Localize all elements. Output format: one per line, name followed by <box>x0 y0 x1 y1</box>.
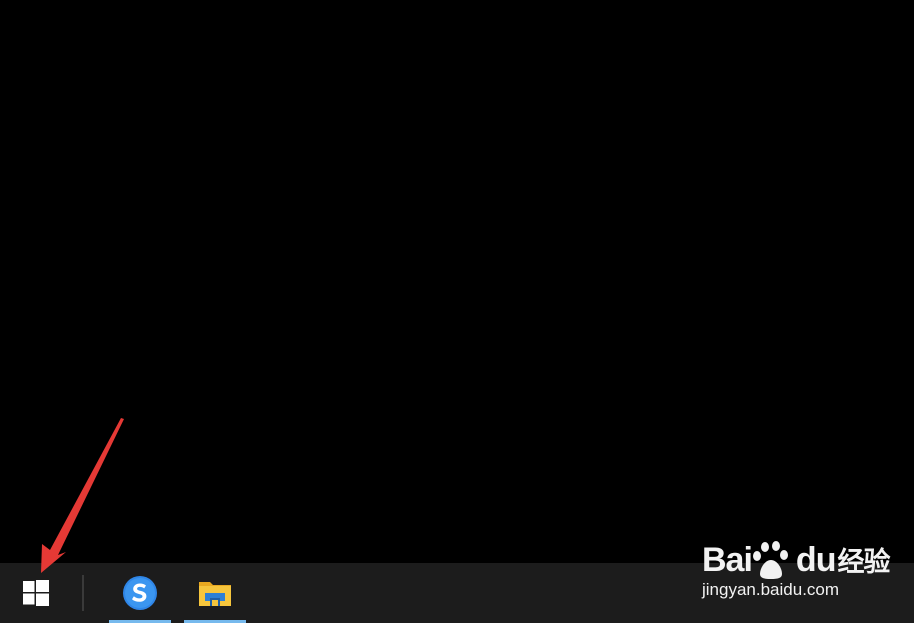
sogou-browser-icon <box>123 576 157 610</box>
taskbar-app-sogou-browser[interactable] <box>109 563 171 623</box>
windows-logo-icon <box>23 580 49 606</box>
watermark-logo-text-1: Bai <box>702 541 753 579</box>
taskbar-separator <box>82 575 84 611</box>
watermark-logo-cn: 经验 <box>837 547 890 577</box>
start-button[interactable] <box>0 563 72 623</box>
taskbar-app-file-explorer[interactable] <box>184 563 246 623</box>
desktop-background <box>0 0 914 563</box>
baidu-jingyan-watermark: Bai du经验 jingyan.baidu.com <box>700 526 900 606</box>
watermark-logo-text-2: du <box>795 541 837 579</box>
watermark-logo: Bai du经验 <box>702 540 890 582</box>
watermark-url: jingyan.baidu.com <box>702 580 840 599</box>
folder-icon <box>199 582 231 606</box>
paw-icon <box>752 541 788 579</box>
